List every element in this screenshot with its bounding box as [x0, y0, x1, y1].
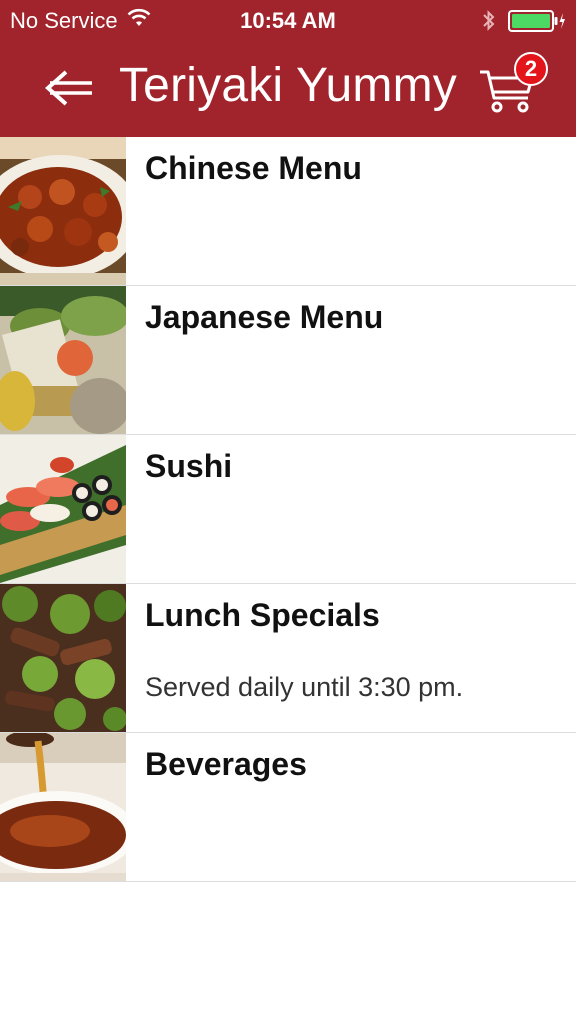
app-header: No Service 10:54 AM Teriyaki Yummy 2	[0, 0, 576, 137]
sushi-platter-photo	[0, 435, 126, 583]
list-item[interactable]: Beverages	[0, 733, 576, 882]
status-bar: No Service 10:54 AM	[0, 0, 576, 44]
teriyaki-bowl-photo	[0, 286, 126, 434]
item-title: Japanese Menu	[145, 299, 384, 335]
cart-button[interactable]: 2	[478, 50, 550, 120]
tea-cup-photo	[0, 733, 126, 881]
nav-bar: Teriyaki Yummy 2	[0, 44, 576, 137]
item-title: Chinese Menu	[145, 150, 362, 186]
list-item[interactable]: Lunch Specials Served daily until 3:30 p…	[0, 584, 576, 733]
item-title: Sushi	[145, 448, 233, 484]
list-item[interactable]: Japanese Menu	[0, 286, 576, 435]
cart-count-badge: 2	[514, 52, 548, 86]
bluetooth-icon	[482, 9, 496, 38]
battery-charging-icon	[508, 10, 566, 37]
item-title: Lunch Specials	[145, 597, 380, 633]
beef-broccoli-photo	[0, 584, 126, 732]
list-item[interactable]: Sushi	[0, 435, 576, 584]
list-item[interactable]: Chinese Menu	[0, 137, 576, 286]
item-title: Beverages	[145, 746, 307, 782]
menu-list: Chinese Menu Japanese Menu Sushi Lunch S…	[0, 137, 576, 882]
item-subtitle: Served daily until 3:30 pm.	[145, 672, 464, 702]
orange-chicken-photo	[0, 137, 126, 285]
status-right	[482, 9, 566, 38]
